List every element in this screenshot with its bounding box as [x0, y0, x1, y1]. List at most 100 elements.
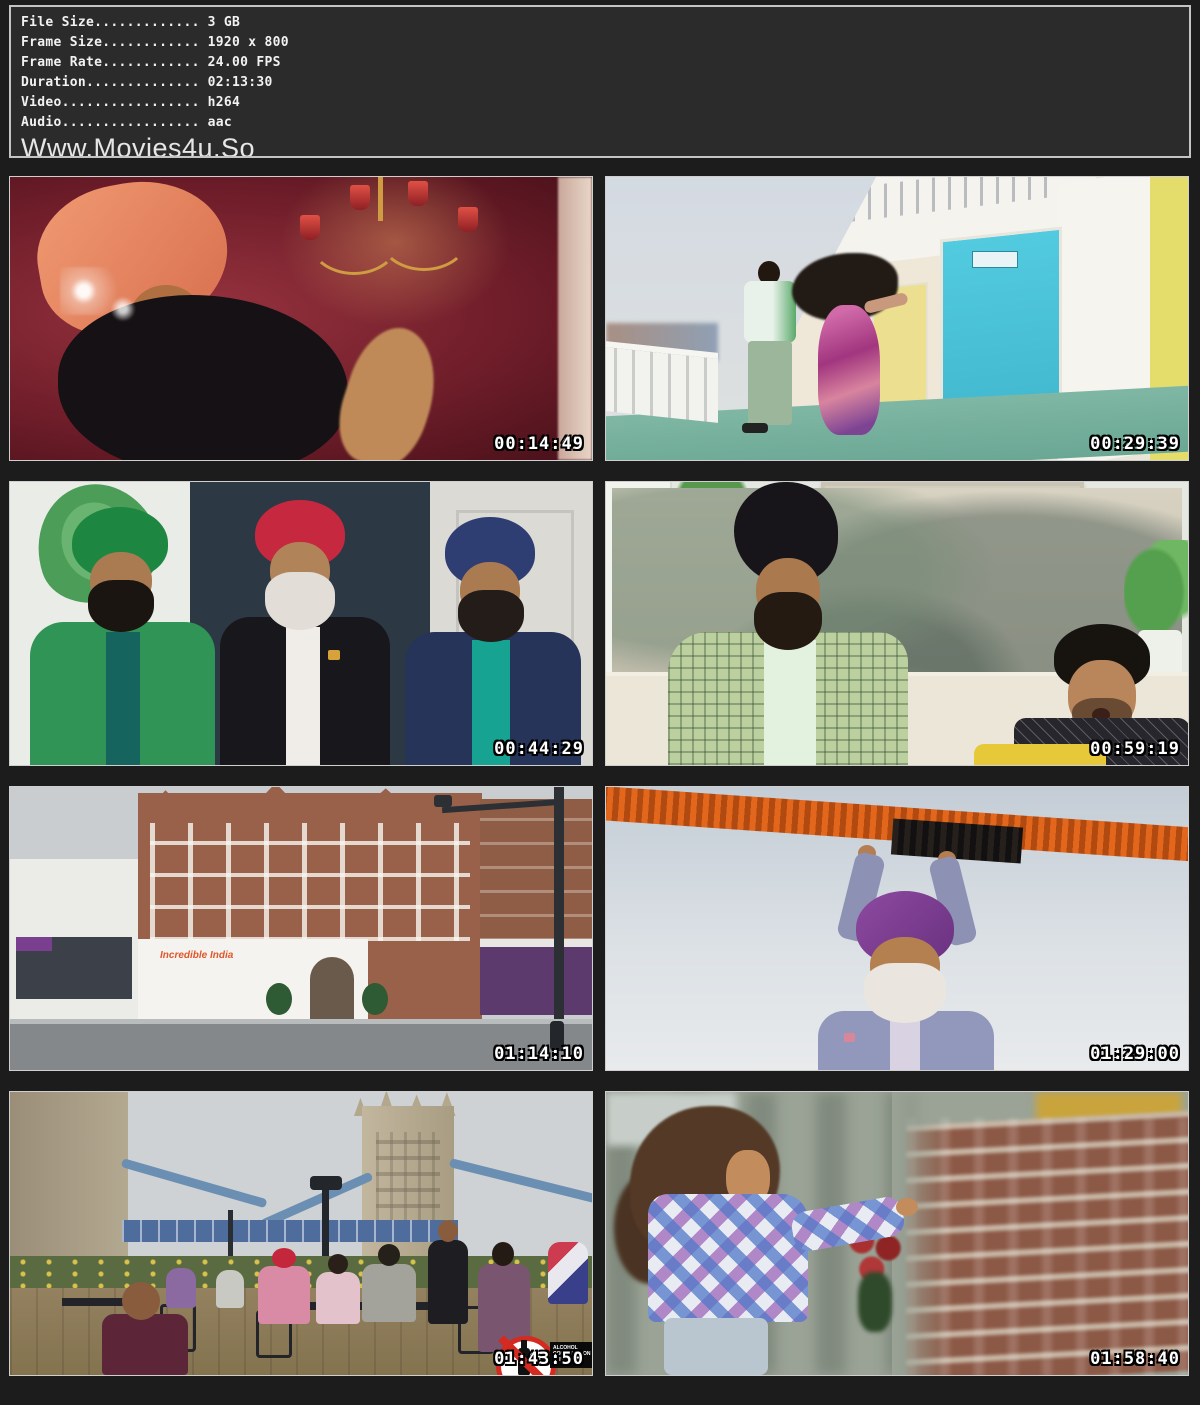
screenshot-8: 01:58:40 — [605, 1091, 1189, 1376]
hand — [896, 1198, 918, 1216]
bridge-deck — [122, 1220, 458, 1242]
suspension-cable — [449, 1158, 592, 1203]
man-maroon-shirt — [102, 1314, 188, 1375]
scene-living-room — [606, 482, 1188, 765]
man-head — [122, 1282, 160, 1320]
timestamp: 00:29:39 — [1090, 434, 1180, 454]
white-shirt — [286, 627, 320, 765]
man-jacket — [744, 281, 796, 343]
entrance-arch — [310, 957, 354, 1019]
waiter — [428, 1240, 468, 1324]
screenshot-5: Incredible India 01:14:10 — [9, 786, 593, 1071]
man-grey-hoodie — [362, 1264, 416, 1322]
screenshot-grid: 00:14:49 00:29:39 — [9, 176, 1191, 1376]
timestamp: 01:43:50 — [494, 1349, 584, 1369]
info-value: 24.00 FPS — [200, 55, 281, 70]
tower-windows — [376, 1132, 440, 1224]
man-colorful-shirt — [548, 1242, 588, 1304]
scene-tower-bridge-cafe: ALCOHOL CONSUMPTION IS INJURI — [10, 1092, 592, 1375]
monstera-plant — [1124, 540, 1188, 644]
suspension-cable — [121, 1158, 268, 1208]
info-line-file-size: File Size.............3 GB — [21, 13, 1189, 33]
man-pants — [748, 341, 792, 425]
lamp-shade — [458, 207, 478, 232]
beard — [88, 580, 154, 632]
info-dots: ................. — [62, 115, 200, 130]
info-label: File Size — [21, 15, 94, 30]
white-railing — [606, 341, 718, 423]
info-line-frame-rate: Frame Rate............24.00 FPS — [21, 53, 1189, 73]
screenshot-6: 01:29:00 — [605, 786, 1189, 1071]
red-turban — [272, 1248, 296, 1268]
media-info-panel: File Size.............3 GB Frame Size...… — [9, 5, 1191, 158]
info-label: Audio — [21, 115, 62, 130]
scene-london-street: Incredible India — [10, 787, 592, 1070]
info-value: aac — [200, 115, 232, 130]
timestamp: 00:59:19 — [1090, 739, 1180, 759]
hand — [326, 317, 451, 460]
info-dots: ............ — [102, 55, 200, 70]
lamp-shade — [408, 181, 428, 206]
woman-head — [492, 1242, 514, 1266]
street-lamp — [434, 795, 452, 807]
site-watermark: Www.Movies4u.So — [21, 134, 1189, 158]
timestamp: 00:14:49 — [494, 434, 584, 454]
topiary-tree — [362, 983, 388, 1015]
purple-shop — [480, 939, 592, 1015]
info-label: Frame Rate — [21, 55, 102, 70]
motion-streaks — [906, 1118, 1188, 1375]
lamp-head — [310, 1176, 342, 1190]
info-value: 3 GB — [200, 15, 240, 30]
info-dots: .............. — [86, 75, 200, 90]
purple-sign — [16, 937, 52, 951]
info-label: Duration — [21, 75, 86, 90]
scene-hanging-from-pipe — [606, 787, 1188, 1070]
info-value: 02:13:30 — [200, 75, 273, 90]
window-grid — [150, 823, 470, 941]
chandelier-arm — [378, 199, 470, 271]
waiter-head — [438, 1220, 458, 1242]
shirt — [890, 1019, 920, 1070]
screenshot-1: 00:14:49 — [9, 176, 593, 461]
seated-person — [216, 1270, 244, 1308]
screenshot-7: ALCOHOL CONSUMPTION IS INJURI 01:43:50 — [9, 1091, 593, 1376]
info-line-audio: Audio.................aac — [21, 113, 1189, 133]
woman-head — [328, 1254, 348, 1274]
timestamp: 01:58:40 — [1090, 1349, 1180, 1369]
timestamp: 01:14:10 — [494, 1044, 584, 1064]
street-pole — [554, 787, 564, 1039]
door-number-plate — [972, 251, 1018, 268]
seated-woman — [316, 1272, 360, 1324]
man-shoe — [742, 423, 768, 433]
topiary-tree — [266, 983, 292, 1015]
info-label: Video — [21, 95, 62, 110]
beard — [754, 592, 822, 650]
info-value: 1920 x 800 — [200, 35, 289, 50]
scene-beach-huts — [606, 177, 1188, 460]
mint-shirt — [764, 640, 816, 765]
stone-pillar — [10, 1092, 128, 1264]
info-dots: ................. — [62, 95, 200, 110]
storefront-sign: Incredible India — [160, 947, 310, 965]
white-beard — [864, 963, 946, 1023]
info-dots: ............ — [102, 35, 200, 50]
right-brick-building — [480, 799, 592, 941]
info-line-frame-size: Frame Size............1920 x 800 — [21, 33, 1189, 53]
info-value: h264 — [200, 95, 240, 110]
screenshot-2: 00:29:39 — [605, 176, 1189, 461]
info-dots: ............. — [94, 15, 200, 30]
teal-shirt — [106, 632, 140, 765]
screenshot-3: 00:44:29 — [9, 481, 593, 766]
scene-three-turbans — [10, 482, 592, 765]
man-head — [378, 1244, 400, 1266]
lamp-shade — [350, 185, 370, 210]
pipe-black-section — [891, 819, 1023, 864]
argyle-top — [648, 1194, 808, 1322]
scene-running-woman — [606, 1092, 1188, 1375]
info-line-duration: Duration..............02:13:30 — [21, 73, 1189, 93]
plant-stems — [858, 1272, 892, 1332]
man-pink-jacket — [258, 1266, 310, 1324]
door-frame — [558, 177, 592, 460]
screenshot-4: 00:59:19 — [605, 481, 1189, 766]
pocket-square — [844, 1033, 855, 1042]
